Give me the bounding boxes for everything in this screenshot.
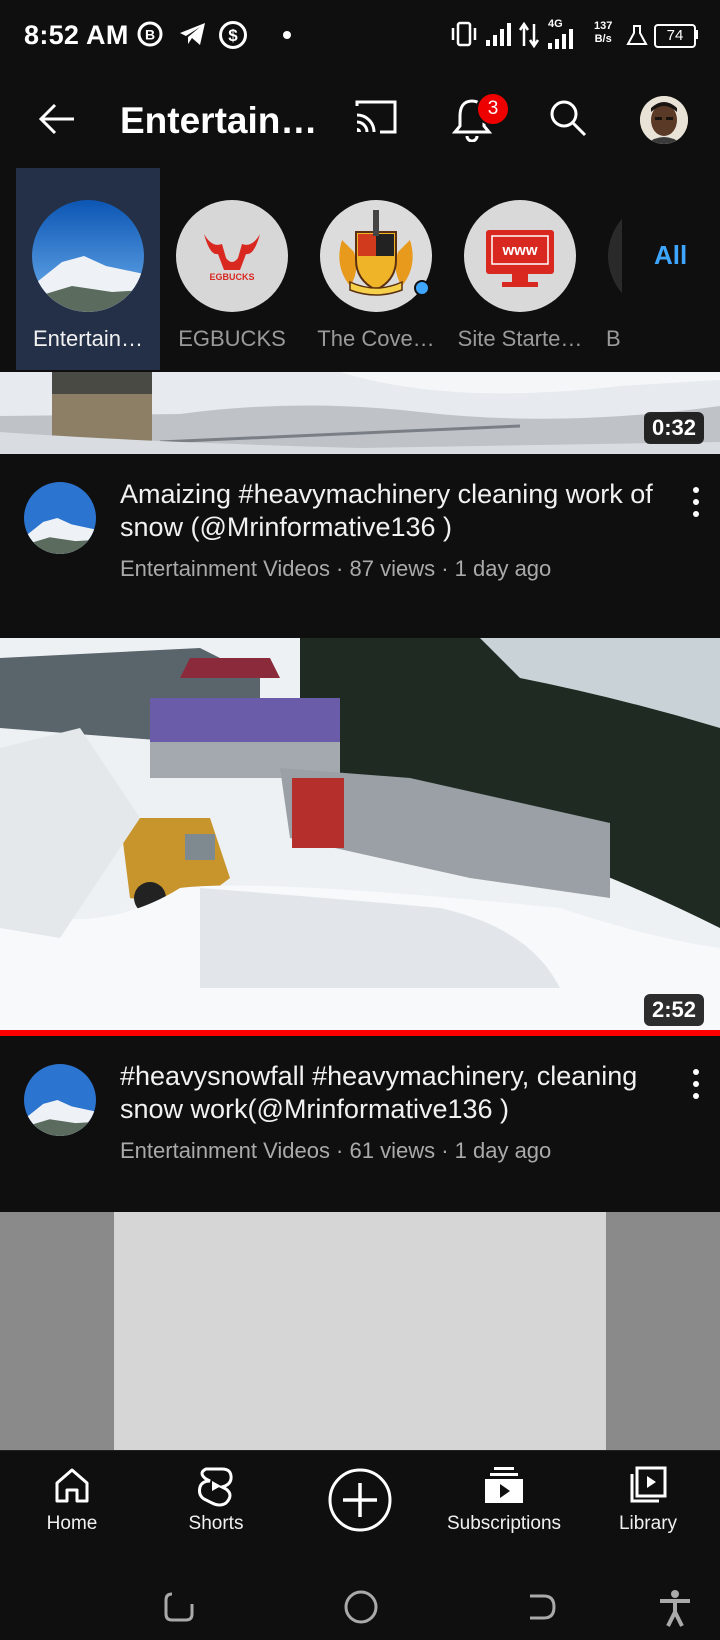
nav-home-label: Home (46, 1513, 98, 1534)
svg-text:$: $ (228, 26, 238, 45)
network-speed: 137 B/s (594, 20, 613, 45)
channel-avatar: EGBUCKS (176, 200, 288, 312)
battery-level: 74 (654, 24, 696, 48)
channel-avatar (32, 200, 144, 312)
new-content-dot-icon (414, 280, 430, 296)
video-title[interactable]: #heavysnowfall #heavymachinery, cleaning… (120, 1060, 660, 1126)
signal-icon (486, 23, 511, 46)
add-circle-icon (328, 1468, 392, 1532)
vibrate-icon (451, 21, 477, 47)
more-options-icon[interactable] (684, 1064, 708, 1104)
bottom-navigation: Home Shorts Subscriptions Library (0, 1450, 720, 1563)
home-icon (55, 1468, 89, 1503)
video-metadata: Entertainment Videos · 61 views · 1 day … (120, 1138, 552, 1163)
avatar-portrait-icon (640, 96, 688, 144)
channel-chip-the-cove[interactable]: The Cove… (304, 168, 448, 370)
nav-subscriptions-label: Subscriptions (446, 1513, 562, 1534)
status-time: 8:52 AM (24, 20, 129, 50)
video-duration: 2:52 (643, 994, 704, 1026)
snowy-mountain-thumbnail-icon (32, 200, 144, 312)
search-icon[interactable] (548, 98, 588, 138)
nav-library-label: Library (618, 1513, 678, 1534)
signal-4g-icon (548, 29, 573, 49)
channel-avatar[interactable] (24, 1064, 96, 1136)
home-system-icon[interactable] (342, 1588, 380, 1626)
snowy-mountain-avatar-icon (24, 482, 96, 554)
video-thumbnail[interactable] (0, 1212, 720, 1450)
subscriptions-icon (485, 1467, 523, 1503)
watched-progress-bar (0, 1030, 720, 1036)
channel-label: EGBUCKS (178, 326, 286, 351)
video-thumbnail[interactable]: 0:32 (0, 372, 720, 454)
shorts-icon (198, 1467, 233, 1507)
nav-shorts[interactable]: Shorts (144, 1451, 288, 1563)
channel-chip-entertainment[interactable]: Entertain… (16, 168, 160, 370)
video-duration: 0:32 (643, 412, 704, 444)
svg-text:B: B (145, 27, 155, 43)
page-title: Entertain… (120, 100, 318, 141)
snowy-mountain-avatar-icon (24, 1064, 96, 1136)
data-arrows-icon (518, 21, 540, 49)
status-bar: 8:52 AM B $ 4G 137 B/s 74 (0, 0, 720, 72)
channel-avatar (320, 200, 432, 312)
channel-chip-egbucks[interactable]: EGBUCKS EGBUCKS (160, 168, 304, 370)
system-navigation-bar (0, 1562, 720, 1640)
top-app-bar: Entertain… 3 (0, 72, 720, 172)
notification-badge: 3 (476, 92, 510, 126)
channel-chip-partial[interactable]: B (592, 168, 622, 370)
channel-label: The Cove… (317, 326, 435, 351)
b-app-icon: B (137, 21, 163, 47)
channel-label: Entertain… (32, 326, 144, 351)
bulldozer-snow-thumbnail-icon (0, 638, 720, 1036)
foggy-video-frame (114, 1212, 606, 1450)
create-button[interactable] (288, 1451, 432, 1563)
cast-icon[interactable] (354, 98, 398, 138)
bull-logo-icon: EGBUCKS (204, 234, 260, 282)
nav-library[interactable]: Library (576, 1451, 720, 1563)
www-monitor-logo-icon: www (486, 230, 554, 287)
channel-avatar (608, 200, 622, 312)
subscribed-channels-strip: Entertain… EGBUCKS EGBUCKS The Cove… www… (0, 168, 720, 370)
video-row[interactable]: #heavysnowfall #heavymachinery, cleaning… (0, 1040, 720, 1212)
channel-avatar[interactable] (24, 482, 96, 554)
back-arrow-icon[interactable] (36, 98, 78, 140)
back-system-icon[interactable] (524, 1590, 558, 1624)
dollar-app-icon: $ (219, 21, 247, 49)
library-icon (630, 1466, 667, 1503)
channel-label: B (606, 326, 621, 351)
channel-avatar: www (464, 200, 576, 312)
accessibility-icon[interactable] (656, 1588, 694, 1628)
snow-clearing-thumbnail-icon (0, 372, 720, 454)
battery-icon (695, 30, 698, 39)
recent-apps-icon[interactable] (162, 1590, 196, 1624)
channel-chip-site-starter[interactable]: www Site Starte… (448, 168, 592, 370)
more-options-icon[interactable] (684, 482, 708, 522)
svg-text:www: www (501, 242, 537, 259)
nav-home[interactable]: Home (0, 1451, 144, 1563)
crest-logo-icon (339, 210, 413, 296)
all-channels-button[interactable]: All (654, 240, 687, 271)
nav-shorts-label: Shorts (188, 1513, 244, 1534)
channel-label: Site Starte… (457, 326, 583, 351)
lab-flask-icon (626, 25, 648, 45)
nav-subscriptions[interactable]: Subscriptions (432, 1451, 576, 1563)
telegram-icon (180, 23, 205, 45)
account-avatar[interactable] (640, 96, 688, 144)
video-metadata: Entertainment Videos · 87 views · 1 day … (120, 556, 552, 581)
video-title[interactable]: Amaizing #heavymachinery cleaning work o… (120, 478, 660, 544)
more-notifications-dot-icon (283, 31, 291, 39)
svg-text:EGBUCKS: EGBUCKS (209, 272, 254, 282)
video-thumbnail[interactable]: 2:52 (0, 638, 720, 1036)
video-row[interactable]: Amaizing #heavymachinery cleaning work o… (0, 458, 720, 630)
